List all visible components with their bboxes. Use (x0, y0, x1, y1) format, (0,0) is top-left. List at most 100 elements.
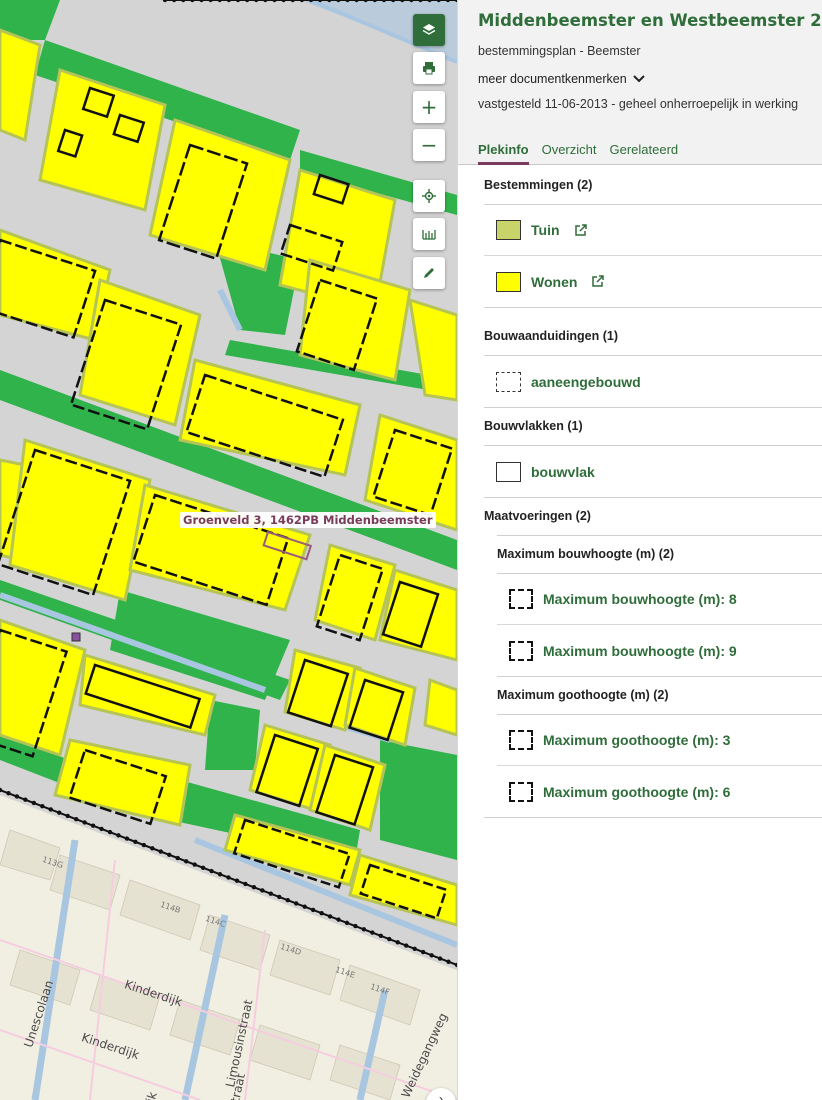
group-bouwhoogte: Maximum bouwhoogte (m) (2) Maximum bouwh… (497, 535, 822, 676)
zoom-out-button[interactable]: − (413, 129, 445, 161)
boundary-dot (268, 891, 274, 896)
boundary-dot (116, 833, 121, 838)
boundary-dot (209, 868, 214, 874)
boundary-dot (183, 859, 189, 864)
boundary-dot (31, 800, 37, 806)
group-goothoogte: Maximum goothoogte (m) (2) Maximum gooth… (497, 676, 822, 817)
tab-overzicht[interactable]: Overzicht (542, 137, 597, 165)
boundary-dot (437, 956, 443, 961)
boundary-dot (336, 917, 341, 922)
boundary-dot (57, 810, 62, 815)
print-icon (423, 62, 435, 75)
boundary-dot (217, 872, 223, 877)
section-bestemmingen: Bestemmingen (2) Tuin Wonen (484, 167, 822, 308)
boundary-dot (226, 875, 231, 880)
external-link-icon[interactable] (574, 223, 587, 237)
section-bouwaanduidingen: Bouwaanduidingen (1) aaneengebouwd (484, 318, 822, 408)
item-label: Tuin (531, 222, 560, 238)
boundary-dot (192, 862, 197, 867)
boundary-dot (14, 794, 20, 799)
boundary-dot (243, 881, 248, 887)
print-button[interactable] (413, 52, 445, 84)
locate-button[interactable] (413, 180, 445, 212)
layers-button[interactable] (413, 14, 445, 46)
boundary-dot (420, 949, 426, 955)
document-subtitle: bestemmingsplan - Beemster (478, 44, 641, 58)
list-item-goothoogte-6[interactable]: Maximum goothoogte (m): 6 (497, 766, 822, 817)
outline-swatch (496, 461, 521, 482)
tab-plekinfo[interactable]: Plekinfo (478, 137, 529, 165)
item-label: Maximum goothoogte (m): 6 (543, 783, 731, 800)
boundary-dot (395, 940, 400, 945)
list-item-bouwhoogte-8[interactable]: Maximum bouwhoogte (m): 8 (497, 574, 822, 625)
boundary-dot (404, 943, 409, 948)
corner-swatch (509, 589, 533, 609)
list-item-bouwvlak[interactable]: bouwvlak (484, 446, 822, 497)
boundary-dot (23, 797, 28, 802)
item-label: Maximum goothoogte (m): 3 (543, 732, 731, 748)
boundary-dot (141, 842, 147, 848)
boundary-dot (158, 849, 163, 854)
boundary-dot (277, 894, 282, 900)
map-view[interactable]: Groenveld 3, 1462PB Middenbeemster Unesc… (0, 0, 457, 1100)
boundary-dot (429, 953, 434, 958)
boundary-dot (370, 930, 375, 935)
boundary-dot (40, 804, 45, 809)
dashed-swatch (496, 371, 521, 392)
list-item-tuin[interactable]: Tuin (484, 205, 822, 256)
plan-map[interactable] (0, 0, 457, 1100)
boundary-dot (82, 820, 87, 825)
zoom-out-icon: − (420, 133, 438, 157)
boundary-dot (302, 904, 307, 909)
item-label: Wonen (531, 273, 578, 290)
zoom-in-button[interactable]: + (413, 91, 445, 123)
section-maatvoeringen: Maatvoeringen (2) Maximum bouwhoogte (m)… (484, 498, 822, 818)
chevron-down-icon (632, 75, 645, 83)
boundary-dot (65, 813, 70, 819)
group-title: Maximum goothoogte (m) (2) (497, 677, 822, 715)
boundary-dot (353, 923, 358, 929)
section-title: Bouwvlakken (1) (484, 408, 822, 446)
boundary-dot (319, 910, 324, 916)
external-link-icon[interactable] (591, 275, 605, 288)
section-bouwvlakken: Bouwvlakken (1) bouwvlak (484, 408, 822, 498)
item-label: Maximum bouwhoogte (m): 8 (543, 591, 737, 607)
boundary-dot (310, 907, 316, 913)
list-item-goothoogte-3[interactable]: Maximum goothoogte (m): 3 (497, 715, 822, 766)
boundary-dot (234, 878, 240, 883)
draw-button[interactable] (413, 257, 445, 289)
boundary-dot (387, 936, 392, 942)
group-title: Maximum bouwhoogte (m) (2) (497, 536, 822, 574)
pencil-icon (424, 268, 434, 278)
locate-icon (422, 189, 436, 203)
list-item-bouwhoogte-9[interactable]: Maximum bouwhoogte (m): 9 (497, 625, 822, 676)
tab-gerelateerd[interactable]: Gerelateerd (609, 137, 678, 165)
boundary-dot (73, 816, 79, 822)
boundary-dot (133, 839, 138, 845)
tuin-swatch (496, 220, 521, 240)
boundary-dot (107, 829, 113, 835)
boundary-dot (446, 959, 451, 964)
corner-swatch (509, 640, 533, 661)
list-item-wonen[interactable]: Wonen (484, 256, 822, 307)
item-label: aaneengebouwd (531, 373, 641, 390)
corner-swatch (509, 730, 533, 750)
boundary-dot (124, 836, 130, 841)
zoom-in-icon: + (420, 95, 438, 119)
tab-bar: Plekinfo Overzicht Gerelateerd (458, 137, 822, 165)
boundary-dot (90, 823, 96, 828)
section-title: Maatvoeringen (2) (484, 509, 591, 523)
section-title: Bestemmingen (2) (484, 167, 822, 205)
page-title: Middenbeemster en Westbeemster 2013 (478, 11, 822, 30)
boundary-dot (48, 807, 53, 812)
more-properties-label: meer documentkenmerken (478, 72, 627, 86)
boundary-dot (99, 826, 104, 832)
boundary-dot (378, 933, 384, 939)
measure-icon (422, 230, 436, 240)
boundary-dot (361, 927, 367, 932)
boundary-dot (6, 791, 11, 796)
more-properties-toggle[interactable]: meer documentkenmerken (478, 72, 822, 86)
list-item-aaneengebouwd[interactable]: aaneengebouwd (484, 356, 822, 407)
document-status: vastgesteld 11-06-2013 - geheel onherroe… (478, 97, 799, 111)
measure-button[interactable] (413, 218, 445, 250)
